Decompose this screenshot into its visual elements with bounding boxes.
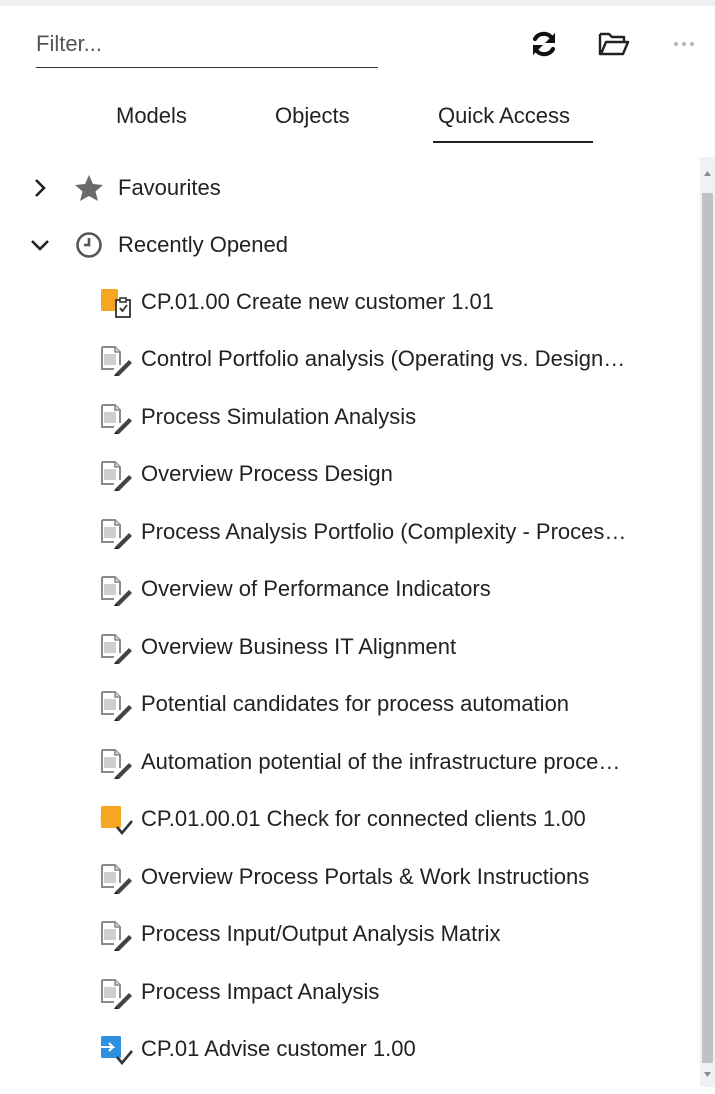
recent-item-label: CP.01.00.01 Check for connected clients … xyxy=(141,806,586,831)
recent-item-label: Overview Process Design xyxy=(141,461,393,486)
open-folder-icon xyxy=(598,32,630,56)
recent-item[interactable]: Process Impact Analysis xyxy=(0,963,700,1020)
analysis-edit-icon xyxy=(98,859,134,895)
recent-item[interactable]: Automation potential of the infrastructu… xyxy=(0,733,700,790)
analysis-edit-icon xyxy=(98,629,134,665)
recent-item-label: Overview Business IT Alignment xyxy=(141,633,457,659)
filter-field[interactable] xyxy=(36,24,378,68)
scrollbar[interactable] xyxy=(700,157,715,1087)
recent-item-label: CP.01.00 Create new customer 1.01 xyxy=(141,288,495,314)
model-checklist-icon xyxy=(98,284,134,320)
recent-item[interactable]: Process Simulation Analysis xyxy=(0,388,700,445)
group-label: Favourites xyxy=(118,174,221,200)
clock-icon xyxy=(74,230,104,260)
analysis-edit-icon xyxy=(98,744,134,780)
analysis-edit-icon xyxy=(98,686,134,722)
recent-item-label: Potential candidates for process automat… xyxy=(141,691,570,716)
top-divider xyxy=(0,0,715,6)
recent-item[interactable]: Process Input/Output Analysis Matrix xyxy=(0,906,700,963)
refresh-button[interactable] xyxy=(524,26,564,62)
more-icon xyxy=(673,41,695,47)
recent-item-partial[interactable] xyxy=(0,1078,700,1087)
scroll-up-arrow-icon[interactable] xyxy=(703,169,712,178)
analysis-edit-icon xyxy=(98,456,134,492)
tab-models[interactable]: Models xyxy=(116,103,187,143)
analysis-edit-icon xyxy=(98,341,134,377)
open-folder-button[interactable] xyxy=(594,26,634,62)
recent-item-label: Overview of Performance Indicators xyxy=(141,576,491,601)
filter-input[interactable] xyxy=(36,24,378,64)
recent-item[interactable]: CP.01 Advise customer 1.00 xyxy=(0,1021,700,1078)
tab-quick-access[interactable]: Quick Access xyxy=(433,103,593,143)
analysis-edit-icon xyxy=(98,571,134,607)
recent-item[interactable]: Overview Business IT Alignment xyxy=(0,618,700,675)
recent-item-label: Overview Process Portals & Work Instruct… xyxy=(141,863,590,889)
recent-item[interactable]: Overview Process Design xyxy=(0,446,700,503)
analysis-edit-icon xyxy=(98,514,134,550)
refresh-icon xyxy=(532,31,556,57)
star-icon xyxy=(74,173,104,203)
group-favourites[interactable]: Favourites xyxy=(0,159,700,216)
recent-item[interactable]: CP.01.00.01 Check for connected clients … xyxy=(0,791,700,848)
recent-item-label: Process Analysis Portfolio (Complexity -… xyxy=(141,518,627,544)
recent-item-label: Process Impact Analysis xyxy=(141,978,380,1004)
scroll-thumb[interactable] xyxy=(702,193,713,1063)
recent-item-label: Process Simulation Analysis xyxy=(141,403,417,429)
scroll-down-arrow-icon[interactable] xyxy=(703,1070,712,1079)
recent-item[interactable]: Control Portfolio analysis (Operating vs… xyxy=(0,331,700,388)
recent-item-label: Automation potential of the infrastructu… xyxy=(141,748,621,774)
recent-item[interactable]: Potential candidates for process automat… xyxy=(0,676,700,733)
model-approved-icon xyxy=(98,801,134,837)
recent-item[interactable]: Process Analysis Portfolio (Complexity -… xyxy=(0,503,700,560)
chevron-right-icon[interactable] xyxy=(30,178,50,198)
tab-bar: Models Objects Quick Access xyxy=(0,95,715,145)
recent-item-label: CP.01 Advise customer 1.00 xyxy=(141,1036,416,1061)
recent-item-label: Control Portfolio analysis (Operating vs… xyxy=(141,346,626,371)
analysis-edit-icon xyxy=(98,916,134,952)
analysis-edit-icon xyxy=(98,974,134,1010)
model-released-icon xyxy=(98,1031,134,1067)
more-button[interactable] xyxy=(664,26,704,62)
recent-item-label: Process Input/Output Analysis Matrix xyxy=(141,921,501,946)
recent-item[interactable]: Overview Process Portals & Work Instruct… xyxy=(0,848,700,905)
recent-item[interactable]: Overview of Performance Indicators xyxy=(0,561,700,618)
tab-objects[interactable]: Objects xyxy=(275,103,350,143)
recent-item[interactable]: CP.01.00 Create new customer 1.01 xyxy=(0,273,700,330)
group-label: Recently Opened xyxy=(118,231,288,257)
analysis-edit-icon xyxy=(98,399,134,435)
group-recently-opened[interactable]: Recently Opened xyxy=(0,216,700,273)
quick-access-tree: Favourites Recently Opened CP.01.00 Crea… xyxy=(0,157,700,1087)
chevron-down-icon[interactable] xyxy=(30,235,50,255)
